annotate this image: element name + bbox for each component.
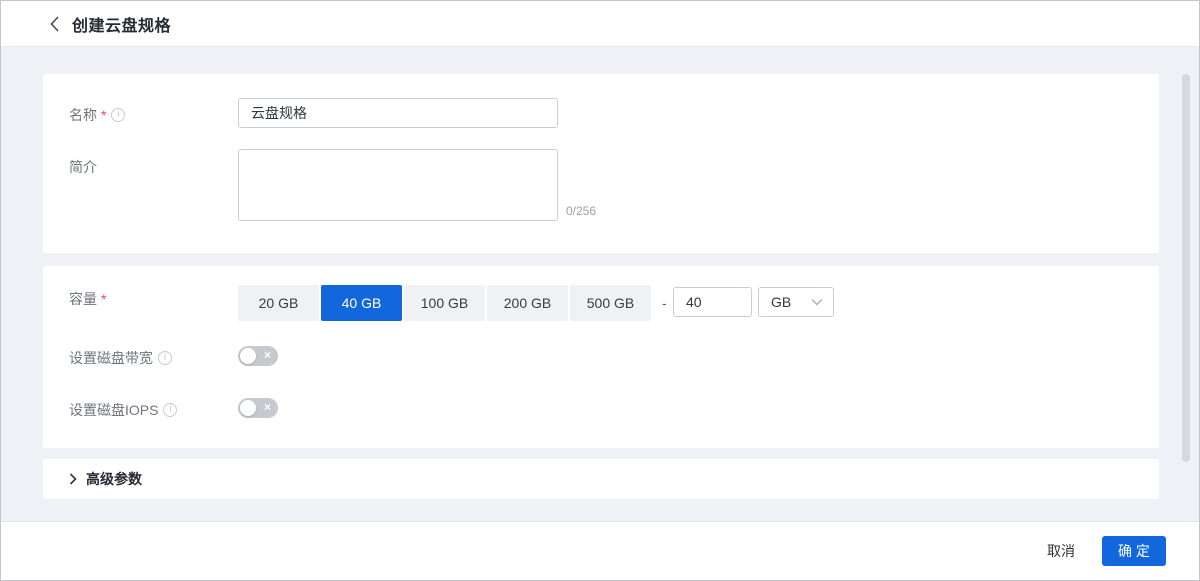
name-input[interactable] <box>238 98 558 128</box>
confirm-button[interactable]: 确 定 <box>1102 536 1166 566</box>
capacity-option-100gb[interactable]: 100 GB <box>404 285 485 321</box>
range-separator: - <box>662 285 667 321</box>
capacity-option-group: 20 GB 40 GB 100 GB 200 GB 500 GB <box>238 285 653 321</box>
capacity-option-20gb[interactable]: 20 GB <box>238 285 319 321</box>
info-icon[interactable]: i <box>163 403 177 417</box>
required-mark: * <box>101 291 106 307</box>
capacity-option-500gb[interactable]: 500 GB <box>570 285 651 321</box>
capacity-card: 容量* 20 GB 40 GB 100 GB 200 GB 500 GB - G… <box>43 266 1159 448</box>
scrollbar-thumb[interactable] <box>1182 74 1190 462</box>
unit-select[interactable]: GB <box>758 287 834 317</box>
basic-info-card: 名称*i 简介 0/256 <box>43 74 1159 253</box>
name-label: 名称*i <box>69 105 125 125</box>
toggle-knob <box>240 400 256 416</box>
disk-bandwidth-label: 设置磁盘带宽i <box>69 348 172 368</box>
unit-select-value: GB <box>771 294 791 310</box>
chevron-right-icon <box>69 473 77 485</box>
advanced-params-section[interactable]: 高级参数 <box>43 459 1159 499</box>
char-counter: 0/256 <box>566 204 596 218</box>
footer-bar: 取消 确 定 <box>1 521 1199 580</box>
create-disk-offering-page: 创建云盘规格 名称*i 简介 0/256 容量* 20 GB 40 GB 100… <box>0 0 1200 581</box>
toggle-off-icon: × <box>264 398 271 418</box>
custom-capacity-input[interactable] <box>673 287 752 317</box>
page-title: 创建云盘规格 <box>72 12 171 36</box>
page-header: 创建云盘规格 <box>1 1 1199 47</box>
description-textarea[interactable] <box>238 149 558 221</box>
disk-iops-toggle[interactable]: × <box>238 398 278 418</box>
description-label: 简介 <box>69 157 97 177</box>
back-button[interactable]: 创建云盘规格 <box>50 12 171 36</box>
info-icon[interactable]: i <box>158 351 172 365</box>
info-icon[interactable]: i <box>111 108 125 122</box>
toggle-knob <box>240 348 256 364</box>
advanced-params-label: 高级参数 <box>86 469 142 489</box>
toggle-off-icon: × <box>264 346 271 366</box>
capacity-option-200gb[interactable]: 200 GB <box>487 285 568 321</box>
chevron-down-icon <box>811 298 823 306</box>
capacity-label: 容量* <box>69 289 106 309</box>
disk-bandwidth-toggle[interactable]: × <box>238 346 278 366</box>
required-mark: * <box>101 107 106 123</box>
capacity-option-40gb[interactable]: 40 GB <box>321 285 402 321</box>
back-chevron-icon <box>50 16 59 32</box>
disk-iops-label: 设置磁盘IOPSi <box>69 400 177 420</box>
cancel-button[interactable]: 取消 <box>1047 541 1075 561</box>
